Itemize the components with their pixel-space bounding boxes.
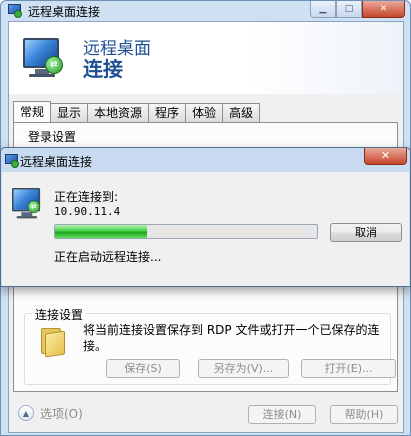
connection-settings-title: 连接设置 <box>32 306 87 323</box>
tab-advanced[interactable]: 高级 <box>222 103 261 122</box>
minimize-icon[interactable]: ▁ <box>310 1 336 18</box>
tab-programs[interactable]: 程序 <box>148 103 187 122</box>
tab-display[interactable]: 显示 <box>50 103 89 122</box>
folder-icon <box>41 326 67 358</box>
connect-button[interactable]: 连接(N) <box>248 405 316 424</box>
connecting-dialog: 远程桌面连接 ✕ ⇄ 正在连接到: 10.90.11.4 取消 正在启动远程连接… <box>0 147 411 287</box>
options-toggle[interactable]: ▲ 选项(O) <box>18 404 83 422</box>
ip-address: 10.90.11.4 <box>54 205 121 218</box>
remote-desktop-icon <box>7 3 23 19</box>
remote-desktop-icon <box>4 153 20 169</box>
tab-experience[interactable]: 体验 <box>185 103 224 122</box>
maximize-icon[interactable]: □ <box>336 1 362 18</box>
open-button[interactable]: 打开(E)... <box>301 359 396 378</box>
dialog-title: 远程桌面连接 <box>20 155 93 169</box>
options-label: 选项(O) <box>40 406 83 421</box>
close-icon[interactable]: ✕ <box>362 1 405 18</box>
tab-bar: 常规 显示 本地资源 程序 体验 高级 <box>13 101 261 122</box>
dialog-client-area: ⇄ 正在连接到: 10.90.11.4 取消 正在启动远程连接... <box>2 172 409 286</box>
banner: ⇄ 远程桌面 连接 <box>9 22 403 94</box>
window-controls: ▁ □ ✕ <box>310 1 405 19</box>
main-window-title: 远程桌面连接 <box>28 5 101 19</box>
tab-general[interactable]: 常规 <box>13 101 52 122</box>
main-titlebar[interactable]: 远程桌面连接 ▁ □ ✕ <box>1 1 410 21</box>
login-settings-label: 登录设置 <box>26 128 79 145</box>
help-button[interactable]: 帮助(H) <box>330 405 398 424</box>
save-as-button[interactable]: 另存为(V)... <box>198 359 289 378</box>
connecting-to-label: 正在连接到: <box>54 190 119 204</box>
progress-fill <box>55 225 147 238</box>
tab-local-resources[interactable]: 本地资源 <box>87 103 150 122</box>
remote-desktop-icon: ⇄ <box>23 38 69 80</box>
connection-settings-group: 连接设置 将当前连接设置保存到 RDP 文件或打开一个已保存的连接。 保存(S)… <box>24 306 396 385</box>
save-button[interactable]: 保存(S) <box>106 359 180 378</box>
banner-title-line2: 连接 <box>83 57 123 81</box>
connection-status: 正在启动远程连接... <box>54 250 162 264</box>
connection-progress-bar <box>54 224 318 239</box>
close-icon[interactable]: ✕ <box>364 148 407 165</box>
connection-settings-description: 将当前连接设置保存到 RDP 文件或打开一个已保存的连接。 <box>83 323 380 353</box>
remote-desktop-icon: ⇄ <box>12 188 41 219</box>
chevron-up-icon: ▲ <box>18 405 34 421</box>
cancel-button[interactable]: 取消 <box>330 223 402 242</box>
